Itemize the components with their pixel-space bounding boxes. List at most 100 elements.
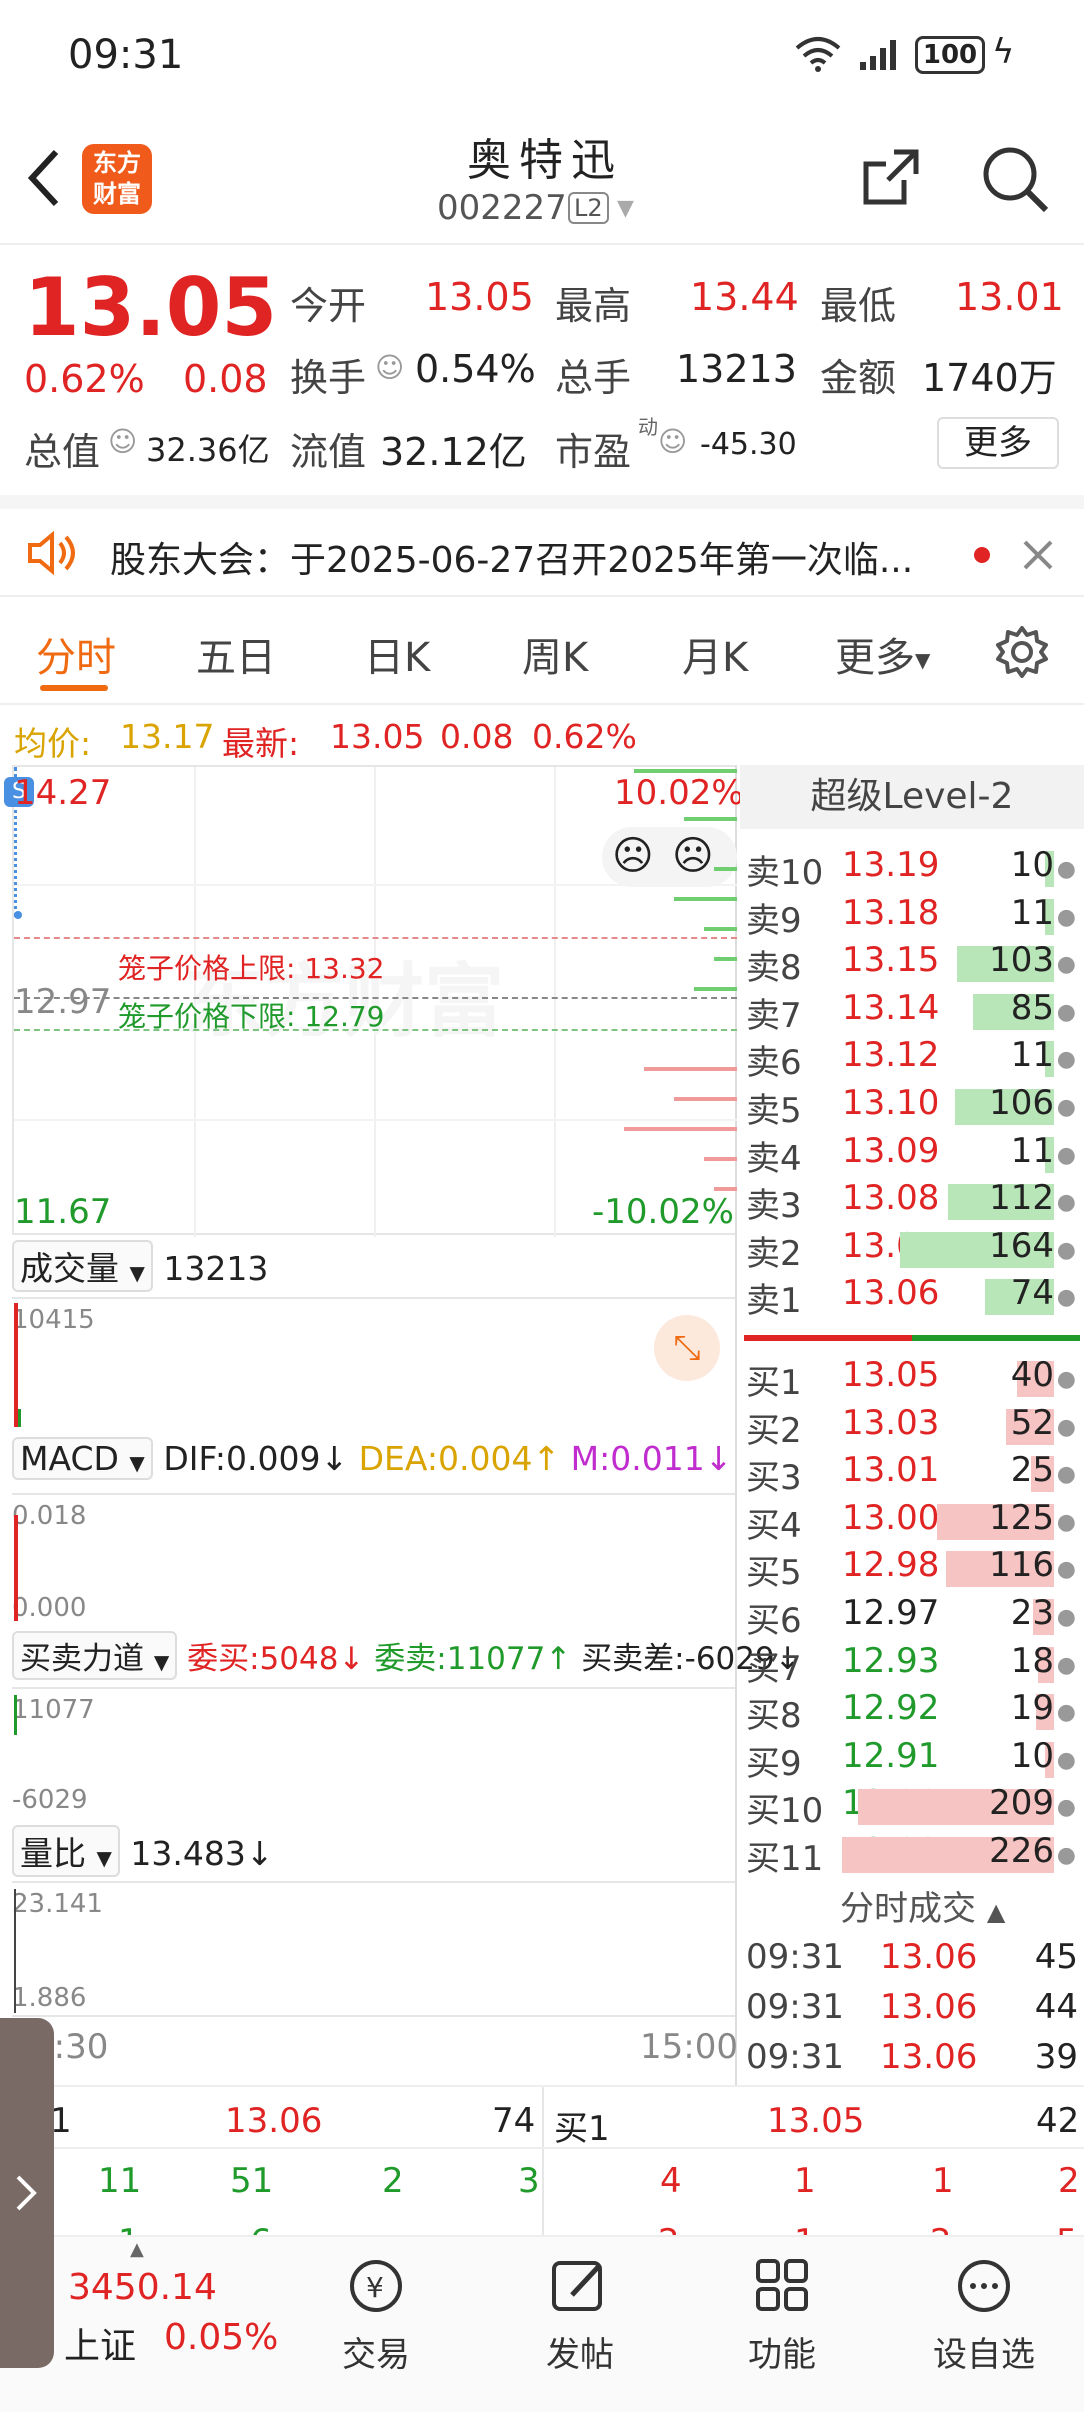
intraday-chart[interactable]: S 14.27 10.02% 12.97 11.67 -10.02% 东方财富 … xyxy=(4,765,801,2085)
ask-row[interactable]: 卖7 13.14 85 ● xyxy=(740,988,1084,1036)
search-icon[interactable] xyxy=(980,144,1050,214)
bid-row[interactable]: 买8 12.92 19 ● xyxy=(740,1688,1084,1736)
ratio-dropdown[interactable]: 量比 ▼ xyxy=(12,1825,120,1877)
buy-count: 2 xyxy=(1058,2161,1080,2201)
edit-icon xyxy=(552,2261,602,2311)
bid-volume: 19 xyxy=(1010,1688,1054,1729)
macd-panel: 0.018 0.000 xyxy=(12,1493,735,1623)
more-button[interactable]: 更多 xyxy=(937,417,1059,469)
bid-level: 买10 xyxy=(746,1791,824,1832)
info-icon[interactable]: ☺ xyxy=(375,351,404,384)
index-value[interactable]: 3450.14 xyxy=(68,2267,217,2308)
bid-volume: 52 xyxy=(1010,1402,1054,1443)
ask-row[interactable]: 卖6 13.12 11 ● xyxy=(740,1035,1084,1083)
bottom-nav: ▲ 3450.14 上证 0.05% ¥ 交易 发帖 功能 设自选 xyxy=(0,2235,1084,2412)
force-panel: 11077 -6029 xyxy=(12,1687,735,1817)
expand-icon[interactable]: ⤡ xyxy=(654,1315,720,1381)
settings-gear-icon[interactable] xyxy=(995,625,1049,679)
close-icon[interactable] xyxy=(1022,539,1054,571)
tab-five-day[interactable]: 五日 xyxy=(196,625,276,683)
chevron-right-icon xyxy=(16,2175,37,2211)
dot-icon: ● xyxy=(1056,1142,1076,1168)
ask-row[interactable]: 卖1 13.06 74 ● xyxy=(740,1273,1084,1321)
ask-row[interactable]: 卖3 13.08 112 ● xyxy=(740,1178,1084,1226)
quote-panel: 13.05 0.62% 0.08 今开 13.05 最高 13.44 最低 13… xyxy=(0,245,1084,495)
index-name[interactable]: 上证 xyxy=(64,2317,136,2369)
bid-row[interactable]: 买6 12.97 23 ● xyxy=(740,1593,1084,1641)
turnover-value: 0.54% xyxy=(415,347,536,391)
notice-bar[interactable]: 股东大会：于2025-06-27召开2025年第一次临... xyxy=(0,495,1084,597)
tab-week-k[interactable]: 周K xyxy=(522,625,588,683)
bid-row[interactable]: 买5 12.98 116 ● xyxy=(740,1545,1084,1593)
force-dropdown[interactable]: 买卖力道 ▼ xyxy=(12,1631,178,1680)
chevron-down-icon[interactable]: ▼ xyxy=(617,196,634,221)
ask-row[interactable]: 卖5 13.10 106 ● xyxy=(740,1083,1084,1131)
nav-trade[interactable]: ¥ 交易 xyxy=(306,2257,446,2376)
bid-row[interactable]: 买1112.89226● xyxy=(740,1831,1084,1879)
tick-volume: 39 xyxy=(1034,2037,1078,2077)
info-icon[interactable]: ☺ xyxy=(108,425,137,458)
speaker-icon xyxy=(28,531,75,575)
bid-price: 13.01 xyxy=(842,1450,940,1491)
tab-intraday[interactable]: 分时 xyxy=(36,625,116,683)
bid-row[interactable]: 买2 13.03 52 ● xyxy=(740,1403,1084,1451)
buy-count: 2 xyxy=(930,2217,952,2237)
stock-name: 奥特迅 xyxy=(467,135,623,186)
bid-row[interactable]: 买4 13.00 125 ● xyxy=(740,1498,1084,1546)
amount-label: 金额 xyxy=(820,356,897,400)
tab-month-k[interactable]: 月K xyxy=(682,625,748,683)
info-icon[interactable]: ☺ xyxy=(658,425,687,458)
bid-row[interactable]: 买9 12.91 10 ● xyxy=(740,1736,1084,1784)
sell-count: 3 xyxy=(518,2161,540,2201)
level2-title[interactable]: 超级Level-2 xyxy=(740,765,1084,829)
high-label: 最高 xyxy=(555,284,632,328)
trade-summary: 1 13.06 74 买1 13.05 42 11 51 2 3 4 1 1 2… xyxy=(0,2085,1084,2237)
force-header: 买卖力道 ▼ 委买:5048↓ 委卖:11077↑ 买卖差:-6029↓ xyxy=(12,1631,801,1680)
macd-dropdown[interactable]: MACD ▼ xyxy=(12,1437,153,1480)
index-pct[interactable]: 0.05% xyxy=(164,2317,278,2358)
dot-icon: ● xyxy=(1056,1509,1076,1535)
volume-dropdown[interactable]: 成交量 ▼ xyxy=(12,1240,153,1292)
bid-volume: 18 xyxy=(1010,1640,1054,1681)
buy-count: 1 xyxy=(932,2161,954,2201)
ask-row[interactable]: 卖9 13.18 11 ● xyxy=(740,893,1084,941)
pe-dynamic-mark: 动 xyxy=(638,415,658,439)
low-label: 最低 xyxy=(820,284,897,328)
nav-post[interactable]: 发帖 xyxy=(510,2257,650,2376)
bid-volume: 40 xyxy=(1010,1355,1054,1395)
ask-row[interactable]: 卖2 13.07 164 ● xyxy=(740,1226,1084,1274)
buy-count: 1 xyxy=(794,2161,816,2201)
ask-level: 卖2 xyxy=(746,1233,802,1274)
nav-features[interactable]: 功能 xyxy=(712,2257,852,2376)
ask-volume: 164 xyxy=(989,1225,1054,1266)
ticks-header[interactable]: 分时成交 ▲ xyxy=(840,1881,1005,1930)
tab-more[interactable]: 更多▼ xyxy=(835,625,930,683)
app-logo: 东方 财富 xyxy=(82,144,152,214)
buy-count: 5 xyxy=(1056,2217,1078,2237)
ask-row[interactable]: 卖10 13.19 10 ● xyxy=(740,845,1084,893)
ask-level: 卖1 xyxy=(746,1281,802,1322)
macd-bar xyxy=(14,1515,18,1621)
force-max: 11077 xyxy=(12,1695,95,1725)
share-icon[interactable] xyxy=(860,146,922,208)
turnover-label: 换手 xyxy=(290,356,367,400)
bid-row[interactable]: 买7 12.93 18 ● xyxy=(740,1641,1084,1689)
bid-row[interactable]: 买1012.90209● xyxy=(740,1783,1084,1831)
ratio-max: 23.141 xyxy=(12,1889,103,1919)
bid-price: 13.00 xyxy=(842,1497,940,1538)
tab-day-k[interactable]: 日K xyxy=(364,625,430,683)
dot-icon: ● xyxy=(1056,904,1076,930)
tick-row: 09:31 13.06 45 xyxy=(740,1937,1084,1985)
bid-row[interactable]: 买1 13.05 40 ● xyxy=(740,1355,1084,1403)
bid-row[interactable]: 买3 13.01 25 ● xyxy=(740,1450,1084,1498)
battery-indicator: 100 xyxy=(915,36,985,74)
order-book: 超级Level-2 卖10 13.19 10 ● 卖9 13.18 11 ● 卖8 13.15 10… xyxy=(740,765,1084,2085)
ratio-panel: 23.141 1.886 xyxy=(12,1881,735,2017)
ask-volume: 11 xyxy=(1010,892,1054,933)
ask-row[interactable]: 卖8 13.15 103 ● xyxy=(740,940,1084,988)
ask-row[interactable]: 卖4 13.09 11 ● xyxy=(740,1131,1084,1179)
level2-badge[interactable]: L2 xyxy=(568,192,609,224)
nav-add-watchlist[interactable]: 设自选 xyxy=(914,2257,1054,2376)
side-drawer-handle[interactable] xyxy=(0,2018,54,2368)
back-icon[interactable] xyxy=(24,148,64,208)
